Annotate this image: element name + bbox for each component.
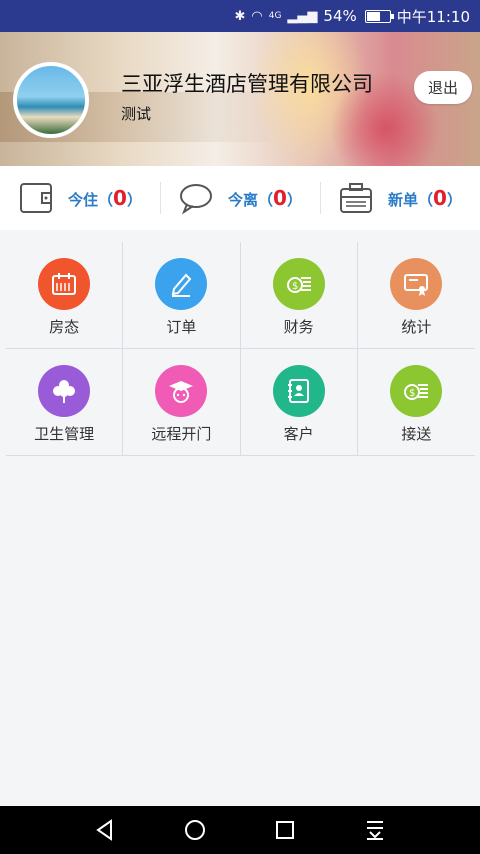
- menu-label: 财务: [283, 318, 314, 336]
- menu-label: 订单: [166, 318, 197, 336]
- menu-finance[interactable]: $ 财务: [240, 242, 358, 349]
- menu-customers[interactable]: 客户: [240, 349, 358, 456]
- menu-housekeeping[interactable]: 卫生管理: [6, 349, 124, 456]
- calendar-icon: [38, 258, 91, 310]
- stats-bar: 今住（0） 今离（0） 新单（0）: [0, 166, 480, 230]
- recents-icon[interactable]: [273, 818, 297, 842]
- svg-text:$: $: [292, 281, 298, 292]
- stat-value: 0: [433, 186, 447, 210]
- notification-pull-icon[interactable]: [363, 818, 387, 842]
- user-name: 测试: [121, 105, 152, 123]
- menu-label: 统计: [401, 318, 432, 336]
- clock: 中午11:10: [396, 7, 470, 26]
- wallet-icon: [20, 183, 53, 213]
- avatar[interactable]: [13, 62, 89, 138]
- stat-label: 今离: [228, 191, 259, 209]
- menu-remote-door[interactable]: 远程开门: [123, 349, 241, 456]
- pencil-icon: [155, 258, 208, 310]
- menu-label: 房态: [49, 318, 80, 336]
- signal-icon: ▂▄▆: [287, 8, 318, 24]
- menu-label: 客户: [283, 425, 314, 443]
- home-icon[interactable]: [183, 818, 207, 842]
- menu-orders[interactable]: 订单: [123, 242, 241, 349]
- menu-label: 接送: [401, 425, 432, 443]
- back-icon[interactable]: [93, 818, 117, 842]
- stat-checkin-today[interactable]: 今住（0）: [0, 166, 160, 230]
- svg-text:$: $: [409, 388, 415, 399]
- briefcase-icon: [340, 183, 373, 213]
- stat-value: 0: [113, 186, 127, 210]
- money-icon: $: [390, 365, 443, 417]
- menu-label: 远程开门: [151, 425, 212, 443]
- chat-bubble-icon: [180, 184, 213, 215]
- contacts-icon: [272, 365, 325, 417]
- stat-value: 0: [273, 186, 287, 210]
- bluetooth-icon: ✱: [234, 8, 246, 24]
- menu-transfer[interactable]: $ 接送: [357, 349, 475, 456]
- menu-statistics[interactable]: 统计: [357, 242, 475, 349]
- battery-percent: 54%: [323, 7, 357, 25]
- stat-label: 今住: [68, 191, 99, 209]
- stat-new-orders[interactable]: 新单（0）: [320, 166, 480, 230]
- stat-checkout-today[interactable]: 今离（0）: [160, 166, 320, 230]
- system-nav-bar: [0, 806, 480, 854]
- clover-icon: [38, 365, 91, 417]
- battery-icon: [364, 9, 394, 23]
- graduate-icon: [155, 365, 208, 417]
- company-name: 三亚浮生酒店管理有限公司: [121, 72, 373, 96]
- wifi-icon: ◠: [251, 8, 263, 24]
- logout-button[interactable]: 退出: [414, 71, 472, 104]
- stat-label: 新单: [388, 191, 419, 209]
- status-bar: ✱ ◠ 4G ▂▄▆ 54% 中午11:10: [0, 0, 480, 32]
- menu-room-status[interactable]: 房态: [6, 242, 124, 349]
- menu-label: 卫生管理: [34, 425, 95, 443]
- money-icon: $: [272, 258, 325, 310]
- menu-grid: 房态 订单 $ 财务 统计 卫生管理 远程开门 客户 $ 接送: [6, 242, 475, 456]
- network-type: 4G: [268, 11, 282, 21]
- certificate-icon: [390, 258, 443, 310]
